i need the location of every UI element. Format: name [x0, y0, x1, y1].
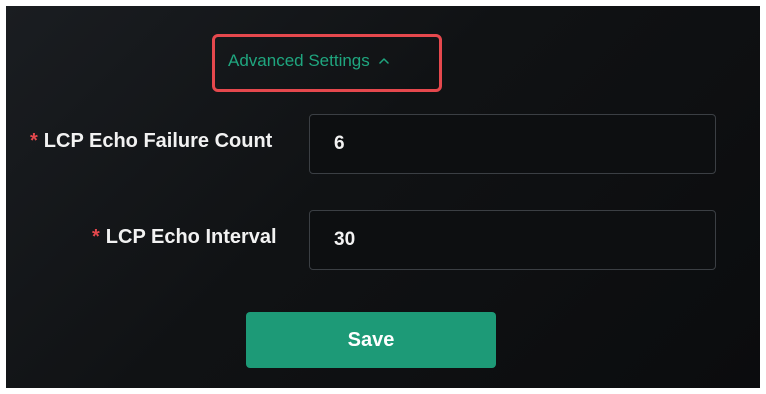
- save-button[interactable]: Save: [246, 312, 496, 368]
- lcp-echo-interval-label: * LCP Echo Interval: [92, 226, 277, 249]
- settings-panel: Advanced Settings * LCP Echo Failure Coun…: [6, 6, 760, 388]
- lcp-echo-interval-input[interactable]: [310, 211, 715, 269]
- required-mark: *: [30, 130, 38, 152]
- lcp-echo-interval-field[interactable]: [309, 210, 716, 270]
- chevron-up-icon: [379, 58, 389, 64]
- required-mark: *: [92, 226, 100, 248]
- field-label: LCP Echo Interval: [105, 226, 277, 248]
- field-label: LCP Echo Failure Count: [43, 130, 273, 152]
- advanced-settings-label: Advanced Settings: [228, 51, 370, 70]
- lcp-echo-failure-count-input[interactable]: [310, 115, 715, 173]
- advanced-settings-toggle[interactable]: Advanced Settings: [228, 48, 390, 74]
- lcp-echo-failure-count-field[interactable]: [309, 114, 716, 174]
- lcp-echo-failure-count-label: * LCP Echo Failure Count: [30, 130, 272, 153]
